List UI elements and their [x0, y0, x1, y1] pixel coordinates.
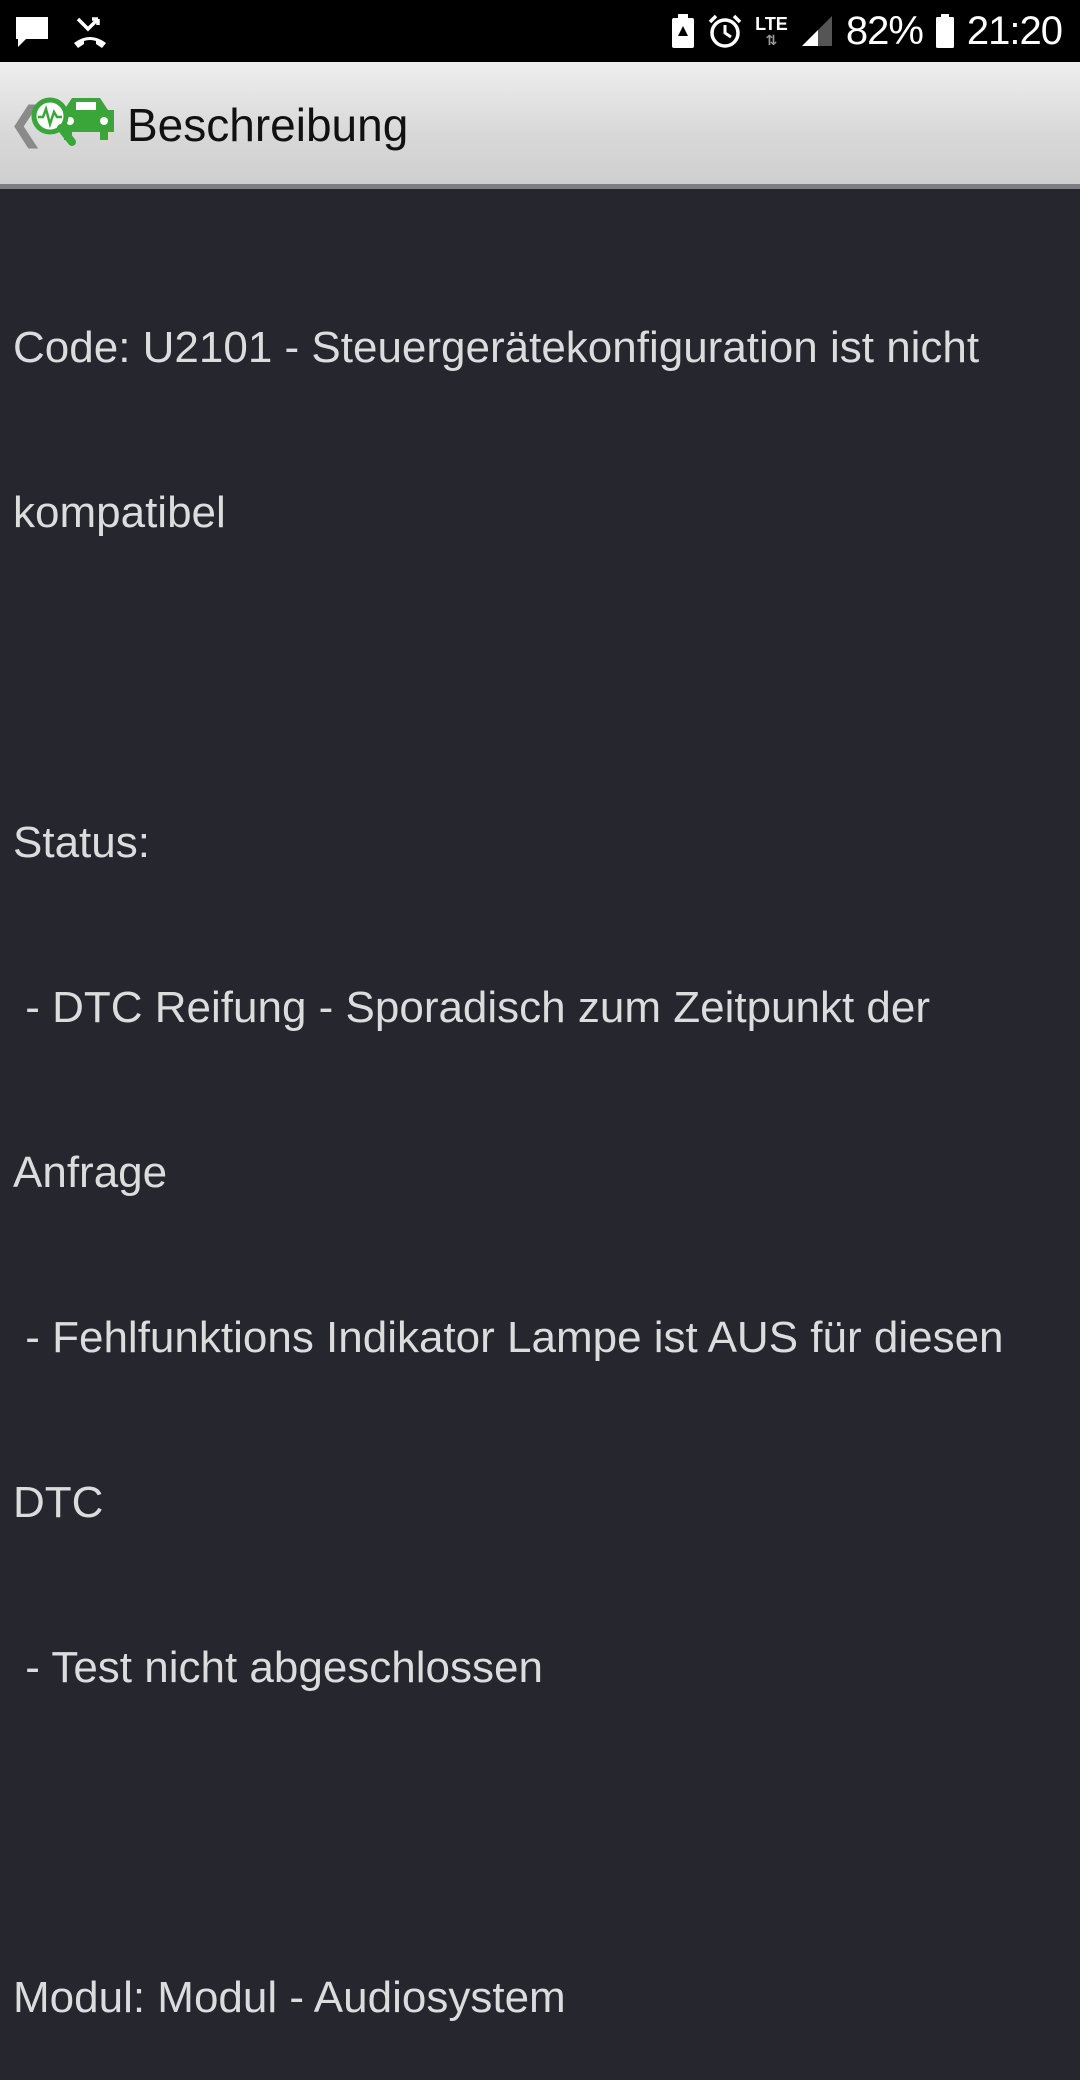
battery-percent: 82%: [845, 8, 924, 53]
network-type: LTE: [755, 14, 788, 34]
app-bar: ❮ Beschreibung: [0, 62, 1080, 189]
clock: 21:20: [966, 8, 1063, 53]
status-item: - Fehlfunktions Indikator Lampe ist AUS …: [13, 1313, 1004, 1362]
battery-saver-icon: [671, 14, 695, 48]
car-diagnostic-icon[interactable]: [30, 92, 118, 154]
alarm-icon: [707, 13, 743, 49]
code-line-continued: kompatibel: [13, 488, 226, 537]
code-line: Code: U2101 - Steuergerätekonfiguration …: [13, 323, 980, 372]
dtc-description: Code: U2101 - Steuergerätekonfiguration …: [13, 210, 1073, 2080]
signal-icon: [800, 14, 834, 48]
status-item: - Test nicht abgeschlossen: [13, 1643, 543, 1692]
status-bar-notifications: [14, 12, 108, 52]
status-item-continued: Anfrage: [13, 1148, 168, 1197]
page-title: Beschreibung: [127, 99, 409, 151]
lte-icon: LTE ⇅: [755, 14, 788, 48]
status-label: Status:: [13, 818, 150, 867]
status-bar: LTE ⇅ 82% 21:20: [0, 0, 1080, 62]
module-line: Modul: Modul - Audiosystem: [13, 1973, 566, 2022]
status-item: - DTC Reifung - Sporadisch zum Zeitpunkt…: [13, 983, 931, 1032]
status-item-continued: DTC: [13, 1478, 104, 1527]
missed-call-icon: [72, 15, 108, 49]
chat-icon: [14, 15, 50, 49]
battery-icon: [935, 14, 955, 48]
status-bar-system: LTE ⇅ 82% 21:20: [671, 0, 1063, 62]
